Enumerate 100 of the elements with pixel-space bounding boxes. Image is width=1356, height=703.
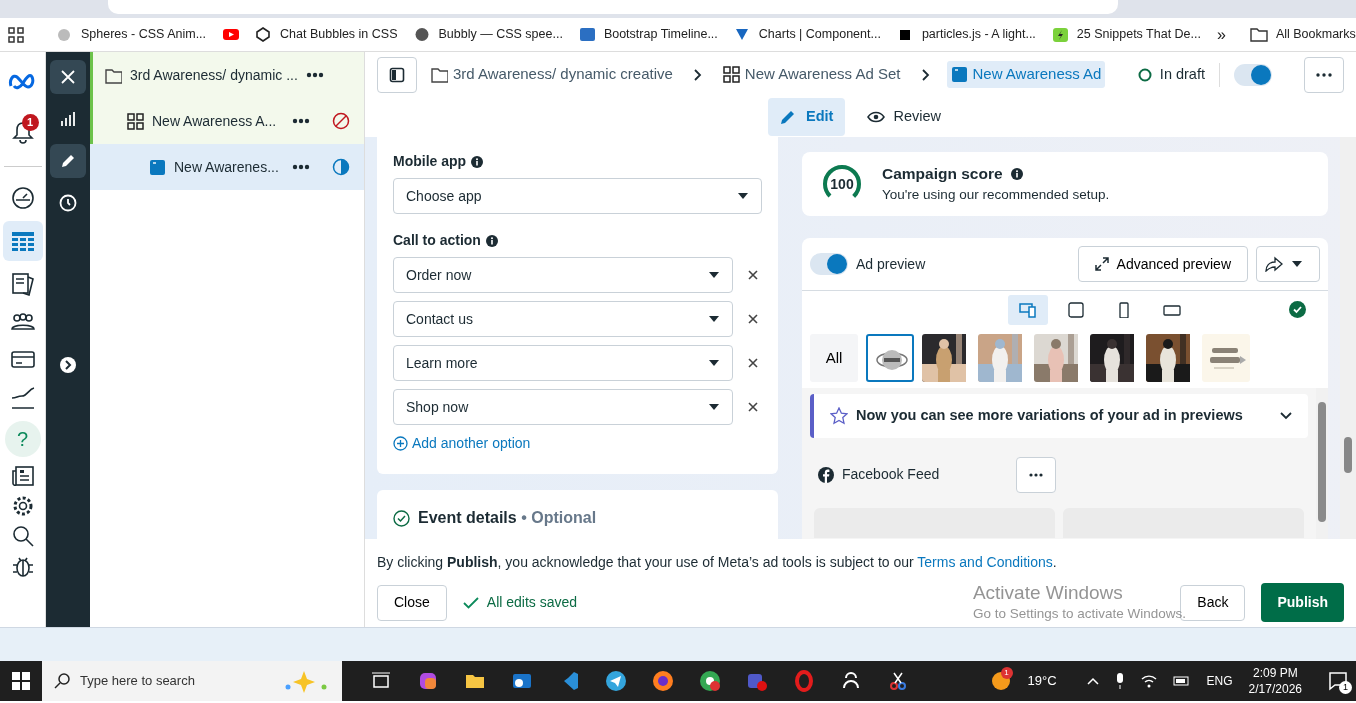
copilot-icon[interactable] [417,670,439,692]
more-icon[interactable] [292,164,310,170]
line-chart-icon [10,386,35,410]
scrollbar-thumb[interactable] [1318,401,1326,522]
bookmark-link[interactable]: Bubbly — CSS spee... [438,25,563,44]
clock[interactable]: 2:09 PM 2/17/2026 [1248,664,1302,698]
breadcrumb-link[interactable]: New Awareness Ad Set [718,61,905,88]
taskbar-search-field[interactable]: Type here to search [42,661,342,701]
globe-icon[interactable] [413,26,431,43]
close-button[interactable] [50,60,86,94]
scissors-icon[interactable] [887,670,909,692]
bug-icon[interactable] [11,555,34,577]
breadcrumb-link[interactable]: 3rd Awareness/ dynamic creative [427,61,677,88]
more-icon[interactable] [305,72,324,78]
bookmark-link[interactable]: Charts | Component... [758,25,881,44]
bolt-icon[interactable] [1051,26,1069,43]
draft-status: In draft [1159,64,1205,84]
tree-item-label: New Awarenes... [174,157,280,177]
add-option-link[interactable]: Add another option [393,433,531,454]
microphone-icon[interactable] [1114,673,1125,689]
remove-icon[interactable] [747,357,759,369]
filter-all-button[interactable]: All [810,334,858,382]
advanced-preview-button[interactable]: Advanced preview [1077,246,1248,282]
cta-dropdown[interactable]: Order now [393,257,733,293]
tree-item[interactable]: New Awarenes... [90,144,364,190]
check-circle-icon [1289,301,1306,319]
video-icon[interactable] [222,26,240,43]
wifi-icon[interactable] [1140,674,1157,688]
bookmark-folder[interactable]: All Bookmarks [1275,25,1356,44]
cta-dropdown[interactable]: Contact us [393,301,733,337]
bookmark-link[interactable]: Chat Bubbles in CSS [280,25,398,44]
browser-icon[interactable] [652,670,674,692]
tree-item[interactable]: New Awareness A... [90,98,364,144]
notification-center-icon[interactable] [1328,671,1348,692]
breadcrumb-link[interactable]: New Awareness Ad [946,61,1106,88]
browser-icon[interactable] [699,670,721,692]
paper-plane-icon[interactable] [605,670,627,692]
grid-icon [722,66,740,83]
tree-item[interactable]: 3rd Awareness/ dynamic ... [90,52,364,98]
battery-icon[interactable] [1172,675,1191,687]
expand-icon[interactable] [59,356,77,374]
bookmark-link[interactable]: 25 Snippets That De... [1076,25,1201,44]
help-button[interactable]: ? [4,421,41,457]
chevron-up-icon[interactable] [1086,677,1099,685]
more-icon [1029,472,1043,477]
remove-icon[interactable] [747,313,759,325]
more-bookmarks-button[interactable]: » [1217,22,1226,47]
news-icon[interactable] [11,465,34,487]
bookmark-link[interactable]: particles.js - A light... [921,25,1036,44]
ad-icon [149,158,166,176]
app-dropdown[interactable]: Choose app [393,178,762,214]
format-button[interactable] [1007,294,1048,325]
weather-badge: 1 [1000,667,1013,679]
remove-icon[interactable] [747,269,759,281]
settings-icon[interactable] [11,495,34,517]
share-button[interactable] [1256,246,1320,282]
info-banner[interactable]: Now you can see more variations of your ad in previews [810,393,1308,438]
bookmark-link[interactable]: Spheres - CSS Anim... [81,25,207,44]
field-label: Call to action [393,231,481,250]
bell-icon[interactable] [11,120,34,144]
info-icon[interactable] [1010,167,1023,180]
remove-icon[interactable] [747,401,759,413]
search-icon [54,673,70,689]
preview-toggle[interactable] [810,253,848,275]
apps-icon[interactable] [8,26,24,43]
windows-start-icon[interactable] [12,672,30,690]
tab[interactable]: Edit [768,98,846,136]
tab[interactable]: Review [855,98,953,136]
ring-icon[interactable] [793,670,815,692]
code-icon[interactable] [578,26,596,43]
panel-toggle-button[interactable] [377,56,417,93]
bookmark-link[interactable]: Bootstrap Timeline... [603,25,718,44]
scrollbar-thumb[interactable] [1344,437,1352,473]
more-icon[interactable] [292,118,310,124]
cube-icon[interactable] [255,26,273,43]
publish-button[interactable]: Publish [1261,583,1344,622]
info-icon[interactable] [471,155,484,168]
bar-chart-icon[interactable] [60,111,76,127]
expand-icon [1094,257,1109,271]
placement-label: Facebook Feed [842,465,941,484]
cta-dropdown[interactable]: Learn more [393,345,733,381]
creative-thumbnail[interactable] [866,334,914,382]
folder-icon [431,66,448,83]
folder-icon[interactable] [1249,27,1268,42]
notification-badge: 1 [21,114,39,131]
score-value: 100 [829,174,855,194]
more-options-button[interactable] [1304,56,1344,93]
cta-dropdown[interactable]: Shop now [393,389,733,425]
temperature[interactable]: 19°C [1027,671,1057,691]
terms-link[interactable]: Terms and Conditions [917,554,1053,570]
clock-icon[interactable] [59,194,77,212]
caret-icon [737,192,749,200]
search-icon[interactable] [11,525,34,547]
card-subtitle: You're using our recommended setup. [882,186,1110,205]
creative-thumbnail[interactable] [1202,334,1250,382]
close-button[interactable]: Close [377,584,447,621]
language-indicator[interactable]: ENG [1206,672,1233,690]
ad-toggle[interactable] [1234,63,1272,86]
info-icon[interactable] [485,234,498,247]
edit-button[interactable] [50,144,86,178]
